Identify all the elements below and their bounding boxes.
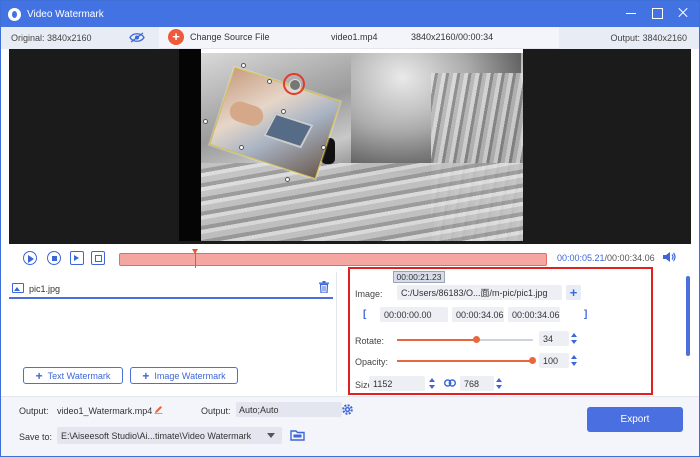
opacity-slider-knob[interactable] bbox=[529, 357, 536, 364]
add-image-button[interactable]: + bbox=[566, 285, 581, 300]
edit-pencil-icon[interactable] bbox=[154, 405, 163, 414]
list-item[interactable]: pic1.jpg bbox=[9, 277, 333, 299]
end-time-field[interactable]: 00:00:34.06 bbox=[452, 307, 504, 322]
output-format-value: Auto;Auto bbox=[239, 404, 279, 415]
save-path: E:\Aiseesoft Studio\Ai...timate\Video Wa… bbox=[61, 430, 252, 441]
gear-icon[interactable] bbox=[341, 403, 354, 416]
close-icon[interactable] bbox=[677, 7, 689, 19]
rotate-slider-knob[interactable] bbox=[472, 336, 480, 343]
output-name: video1_Watermark.mp4 bbox=[57, 406, 153, 416]
opacity-label: Opacity: bbox=[355, 357, 389, 367]
window-controls bbox=[625, 7, 689, 19]
file-meta: 3840x2160/00:00:34 bbox=[411, 32, 494, 42]
trash-icon[interactable] bbox=[319, 281, 329, 293]
opacity-slider[interactable] bbox=[397, 357, 536, 364]
resize-handle[interactable] bbox=[267, 79, 272, 84]
open-folder-icon[interactable] bbox=[290, 429, 305, 441]
resize-handle[interactable] bbox=[285, 177, 290, 182]
output-format-field[interactable]: Auto;Auto bbox=[236, 402, 342, 417]
add-image-watermark-button[interactable]: + Image Watermark bbox=[130, 367, 238, 384]
overlay-laptop bbox=[263, 112, 314, 149]
maximize-icon[interactable] bbox=[651, 7, 663, 19]
rotate-label: Rotate: bbox=[355, 336, 385, 346]
watermark-name: pic1.jpg bbox=[29, 284, 61, 294]
bottom-bar: Output: video1_Watermark.mp4 Output: Aut… bbox=[1, 396, 699, 456]
width-field[interactable]: 1152 bbox=[369, 376, 425, 391]
start-bracket-icon[interactable]: [ bbox=[363, 309, 366, 320]
current-time: 00:00:05.21 bbox=[557, 253, 605, 263]
window-title: Video Watermark bbox=[27, 8, 104, 20]
stop-button[interactable] bbox=[47, 251, 61, 265]
text-watermark-label: Text Watermark bbox=[47, 370, 111, 381]
hide-preview-eye-icon[interactable] bbox=[129, 32, 145, 43]
rotate-slider[interactable] bbox=[397, 336, 533, 343]
resize-handle[interactable] bbox=[239, 145, 244, 150]
letterbox bbox=[179, 49, 201, 241]
duration-field[interactable]: 00:00:34.06 bbox=[508, 307, 560, 322]
overlay-hand bbox=[227, 98, 266, 129]
image-label: Image: bbox=[355, 289, 383, 299]
minimize-icon[interactable] bbox=[625, 7, 637, 19]
volume-icon[interactable] bbox=[662, 251, 676, 263]
video-preview bbox=[9, 49, 691, 244]
time-tooltip: 00:00:21.23 bbox=[393, 271, 445, 283]
next-frame-button[interactable] bbox=[70, 251, 84, 265]
plus-circle-icon: + bbox=[168, 29, 184, 45]
total-time: /00:00:34.06 bbox=[604, 253, 655, 263]
resize-handle[interactable] bbox=[203, 119, 208, 124]
save-to-label: Save to: bbox=[19, 432, 53, 442]
width-stepper-icon[interactable] bbox=[429, 377, 437, 390]
height-stepper-icon[interactable] bbox=[496, 377, 504, 390]
image-watermark-label: Image Watermark bbox=[154, 370, 226, 381]
timecode: 00:00:05.21/00:00:34.06 bbox=[557, 253, 655, 263]
output-format-label: Output: bbox=[201, 406, 231, 416]
link-ratio-icon[interactable] bbox=[444, 378, 456, 388]
settings-scrollbar[interactable] bbox=[686, 276, 690, 356]
title-bar: Video Watermark bbox=[1, 1, 699, 27]
timeline-track[interactable] bbox=[119, 249, 547, 268]
plus-icon: + bbox=[142, 368, 150, 383]
output-name-label: Output: bbox=[19, 406, 49, 416]
watermark-list-panel: pic1.jpg + Text Watermark + Image Waterm… bbox=[1, 272, 337, 392]
opacity-stepper-icon[interactable] bbox=[571, 354, 579, 367]
chevron-down-icon bbox=[267, 433, 275, 438]
add-text-watermark-button[interactable]: + Text Watermark bbox=[23, 367, 123, 384]
start-time-field[interactable]: 00:00:00.00 bbox=[380, 307, 448, 322]
playhead-marker[interactable] bbox=[191, 249, 198, 268]
export-button[interactable]: Export bbox=[587, 407, 683, 432]
resize-handle[interactable] bbox=[281, 109, 286, 114]
end-bracket-icon[interactable]: ] bbox=[584, 309, 587, 320]
opacity-slider-fill bbox=[397, 360, 533, 362]
playback-controls: 00:00:05.21/00:00:34.06 bbox=[1, 244, 699, 272]
rotate-stepper-icon[interactable] bbox=[571, 332, 579, 345]
output-resolution: Output: 3840x2160 bbox=[559, 27, 699, 49]
file-name: video1.mp4 bbox=[331, 32, 378, 42]
height-field[interactable]: 768 bbox=[460, 376, 494, 391]
snapshot-button[interactable] bbox=[91, 251, 105, 265]
rotate-handle-icon[interactable] bbox=[283, 73, 305, 95]
plus-icon: + bbox=[35, 368, 43, 383]
save-path-dropdown[interactable]: E:\Aiseesoft Studio\Ai...timate\Video Wa… bbox=[57, 427, 282, 444]
opacity-value-field[interactable]: 100 bbox=[539, 353, 569, 368]
change-source-file-button[interactable]: + Change Source File bbox=[168, 29, 270, 45]
rotate-slider-fill bbox=[397, 339, 476, 341]
change-source-label: Change Source File bbox=[190, 32, 270, 42]
resize-handle[interactable] bbox=[241, 63, 246, 68]
scene-ground bbox=[201, 163, 523, 241]
info-bar: Original: 3840x2160 + Change Source File… bbox=[1, 27, 699, 49]
video-watermark-window: Video Watermark Original: 3840x2160 + Ch… bbox=[0, 0, 700, 457]
image-icon bbox=[12, 283, 24, 293]
original-resolution-label: Original: 3840x2160 bbox=[11, 33, 92, 43]
app-logo-icon bbox=[8, 7, 21, 21]
resize-handle[interactable] bbox=[321, 145, 326, 150]
rotate-value-field[interactable]: 34 bbox=[539, 331, 569, 346]
image-path-field[interactable]: C:/Users/86183/O...面/m-pic/pic1.jpg bbox=[397, 285, 562, 300]
play-button[interactable] bbox=[23, 251, 37, 265]
output-resolution-label: Output: 3840x2160 bbox=[610, 33, 687, 43]
